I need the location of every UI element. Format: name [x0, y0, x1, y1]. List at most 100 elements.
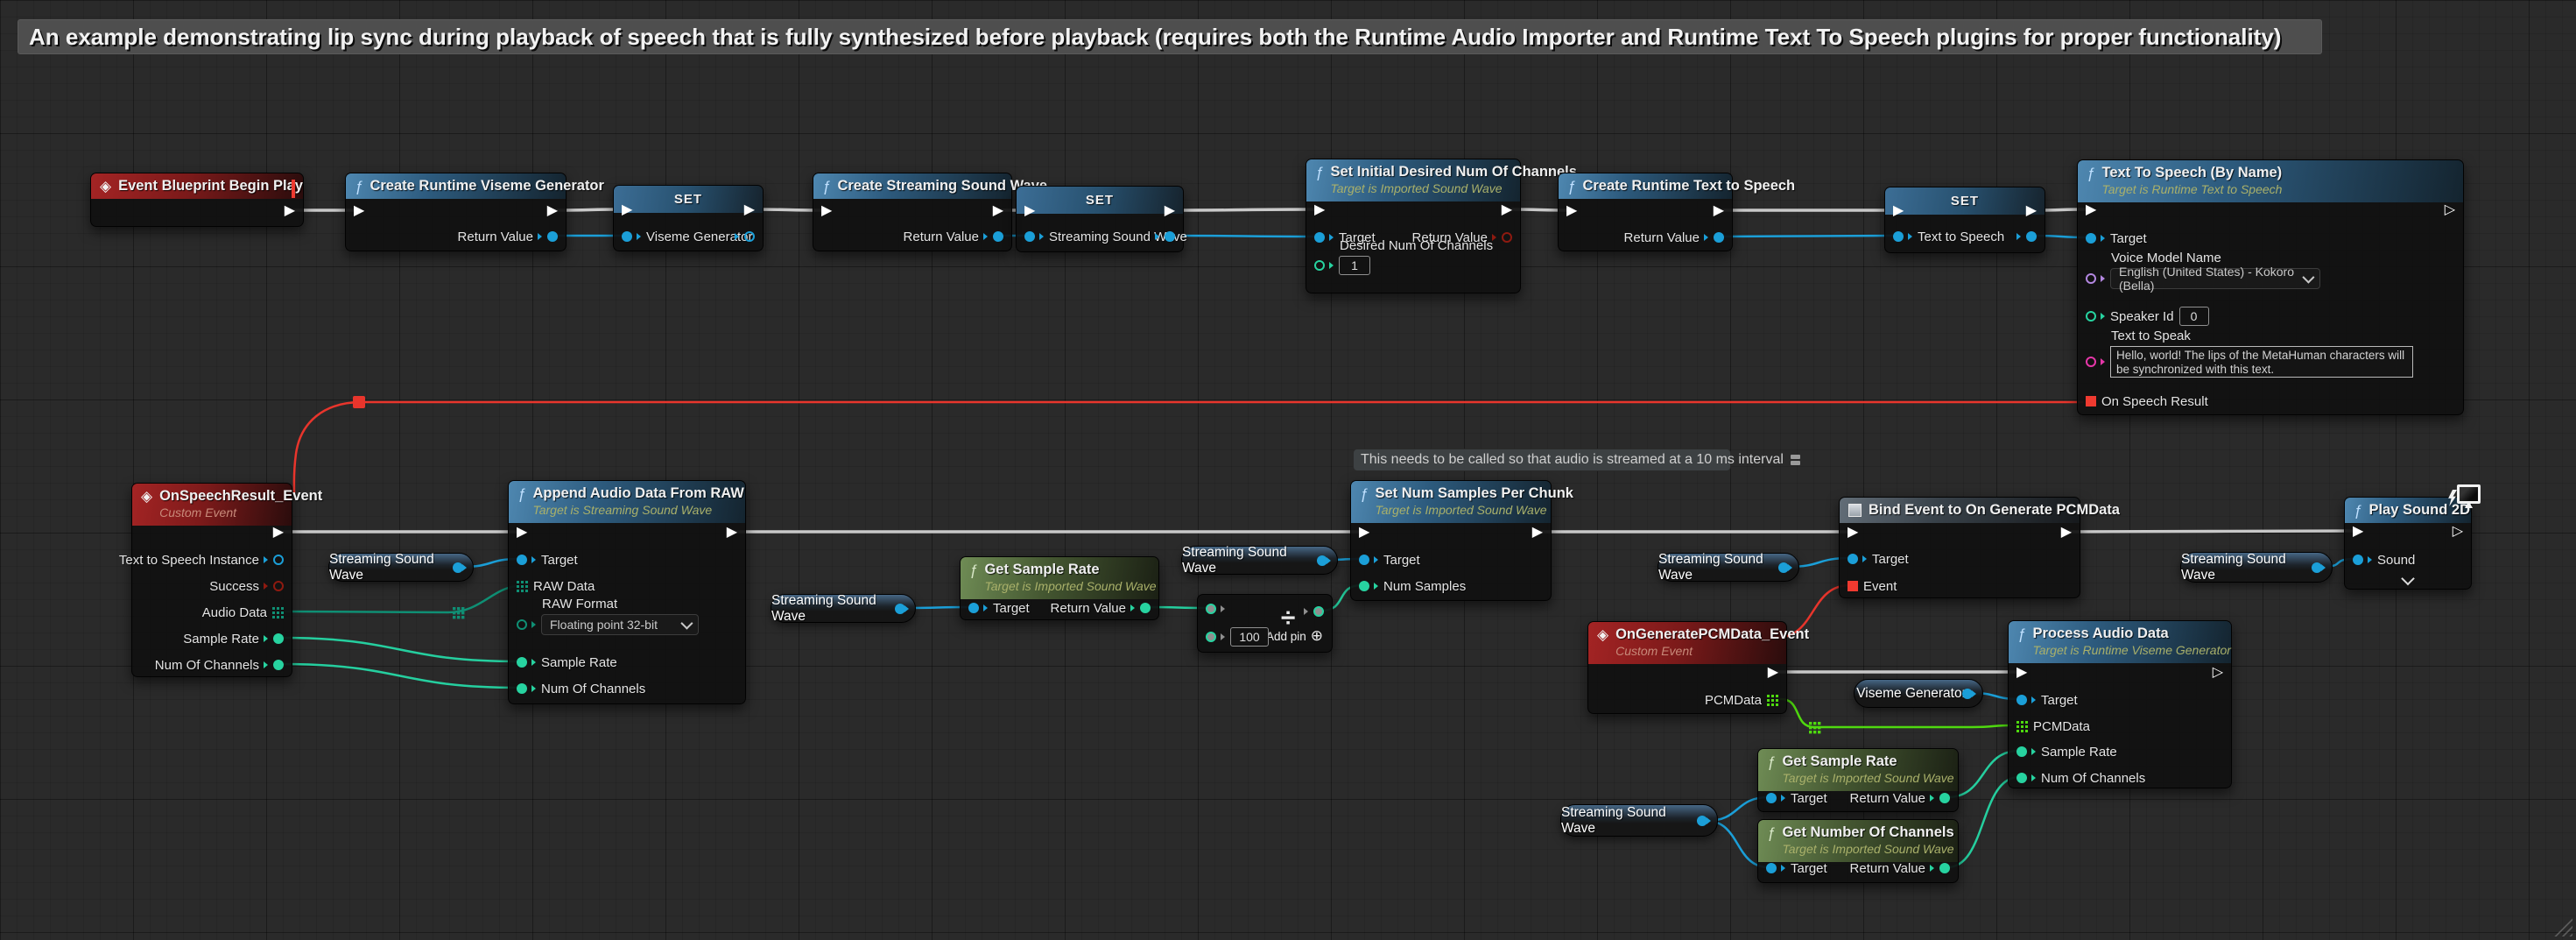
- rv-pin[interactable]: [993, 231, 1003, 242]
- node-header[interactable]: ƒCreate Runtime Viseme Generator: [346, 173, 566, 199]
- var_in-pin[interactable]: [622, 231, 632, 242]
- reroute-node[interactable]: [453, 616, 455, 618]
- exec_out-pin[interactable]: ▷: [2453, 525, 2463, 539]
- header-delegate-pin[interactable]: [292, 181, 295, 197]
- target-pin[interactable]: [1766, 793, 1777, 803]
- node-create_tts[interactable]: ƒCreate Runtime Text to Speech▶▶Return V…: [1558, 173, 1733, 251]
- node-header[interactable]: ƒSet Num Samples Per ChunkTarget is Impo…: [1351, 481, 1551, 523]
- node-gsr_bot[interactable]: ƒGet Sample RateTarget is Imported Sound…: [1757, 748, 1959, 812]
- exec_out-pin[interactable]: ▶: [1532, 526, 1543, 540]
- reroute-node[interactable]: [1813, 726, 1816, 729]
- tsi-pin[interactable]: [273, 555, 284, 565]
- node-header[interactable]: ◈Event Blueprint Begin Play: [91, 173, 303, 199]
- exec_in-pin[interactable]: ▶: [1566, 204, 1577, 218]
- reroute-node[interactable]: [1813, 731, 1816, 733]
- rv-pin[interactable]: [1502, 232, 1512, 243]
- exec_out-pin[interactable]: ▶: [273, 526, 284, 540]
- reroute-node[interactable]: [1813, 722, 1816, 724]
- node-process[interactable]: ƒProcess Audio DataTarget is Runtime Vis…: [2008, 620, 2232, 788]
- node-header[interactable]: ƒAppend Audio Data From RAWTarget is Str…: [509, 481, 745, 523]
- node-set_tts[interactable]: SET▶▶Text to Speech: [1884, 187, 2045, 253]
- reroute-node[interactable]: [453, 611, 455, 614]
- expand-chevron-icon[interactable]: [2401, 572, 2415, 586]
- exec_out-pin[interactable]: ▶: [285, 204, 295, 218]
- exec_in-pin[interactable]: ▶: [517, 526, 527, 540]
- desired-pin[interactable]: [1314, 260, 1325, 271]
- target-pin[interactable]: [2086, 233, 2096, 244]
- node-header[interactable]: ƒCreate Runtime Text to Speech: [1559, 173, 1732, 199]
- reroute-node[interactable]: [1809, 722, 1812, 724]
- node-set_ssw[interactable]: SET▶▶Streaming Sound Wave: [1016, 186, 1184, 252]
- target-pin[interactable]: [968, 603, 979, 613]
- samplerate-pin[interactable]: [2016, 746, 2027, 757]
- node-pill1[interactable]: Streaming Sound Wave: [328, 553, 474, 582]
- a-pin[interactable]: [1206, 604, 1216, 614]
- node-set_vg[interactable]: SET▶▶Viseme Generator: [613, 185, 764, 251]
- node-tts[interactable]: ƒText To Speech (By Name)Target is Runti…: [2077, 159, 2464, 415]
- node-append[interactable]: ƒAppend Audio Data From RAWTarget is Str…: [508, 480, 746, 704]
- value-input-b[interactable]: 100: [1230, 627, 1269, 647]
- node-set_channels[interactable]: ƒSet Initial Desired Num Of ChannelsTarg…: [1306, 159, 1521, 293]
- node-comment-bubble[interactable]: This needs to be called so that audio is…: [1353, 449, 1731, 471]
- exec_in-pin[interactable]: ▶: [354, 204, 364, 218]
- node-header[interactable]: ƒGet Number Of ChannelsTarget is Importe…: [1758, 820, 1958, 862]
- value-input-speaker[interactable]: 0: [2179, 307, 2209, 326]
- exec_out-pin[interactable]: ▶: [993, 204, 1003, 218]
- node-play[interactable]: ƒPlay Sound 2D▶▷Sound: [2344, 497, 2472, 590]
- speaker-pin[interactable]: [2086, 311, 2096, 322]
- numchannels-pin[interactable]: [2016, 773, 2027, 783]
- exec_in-pin[interactable]: ▶: [2016, 666, 2027, 680]
- exec_in-pin[interactable]: ▶: [821, 204, 832, 218]
- node-header[interactable]: ƒGet Sample RateTarget is Imported Sound…: [1758, 749, 1958, 791]
- exec_out-pin[interactable]: ▶: [547, 204, 558, 218]
- exec_out-pin[interactable]: ▶: [1768, 666, 1778, 680]
- speak-pin[interactable]: [2086, 357, 2096, 367]
- sound-pin[interactable]: [2353, 555, 2363, 565]
- exec_in-pin[interactable]: ▶: [1024, 204, 1035, 218]
- node-viseme[interactable]: ƒCreate Runtime Viseme Generator▶▶Return…: [345, 173, 567, 251]
- exec_in-pin[interactable]: ▶: [1848, 526, 1858, 540]
- exec_out-pin[interactable]: ▶: [727, 526, 737, 540]
- reroute-node[interactable]: [461, 611, 464, 614]
- reroute-node[interactable]: [461, 607, 464, 610]
- node-header[interactable]: ◈OnSpeechResult_EventCustom Event: [132, 484, 292, 526]
- node-setnum[interactable]: ƒSet Num Samples Per ChunkTarget is Impo…: [1350, 480, 1552, 601]
- target-pin[interactable]: [1848, 554, 1858, 564]
- var_in-pin[interactable]: [1024, 231, 1035, 242]
- dropdown-voice[interactable]: English (United States) - Kokoro (Bella): [2110, 268, 2320, 289]
- exec_in-pin[interactable]: ▶: [2353, 525, 2363, 539]
- samplerate-pin[interactable]: [273, 633, 284, 644]
- add-pin-button[interactable]: Add pin⊕: [1266, 627, 1323, 645]
- onspeechresult-pin[interactable]: [2086, 396, 2096, 406]
- textarea-speak[interactable]: Hello, world! The lips of the MetaHuman …: [2110, 346, 2413, 378]
- var_in-pin[interactable]: [1893, 231, 1904, 242]
- rv-pin[interactable]: [547, 231, 558, 242]
- node-header[interactable]: ƒSet Initial Desired Num Of ChannelsTarg…: [1306, 159, 1520, 201]
- node-header[interactable]: Bind Event to On Generate PCMData: [1840, 498, 2080, 523]
- rawformat-pin[interactable]: [517, 619, 527, 630]
- exec_in-pin[interactable]: ▶: [1893, 204, 1904, 218]
- reroute-node[interactable]: [1818, 726, 1820, 729]
- node-header[interactable]: SET: [614, 186, 763, 213]
- target-pin[interactable]: [1766, 863, 1777, 873]
- reroute-node[interactable]: [457, 616, 460, 618]
- rv-pin[interactable]: [1939, 793, 1950, 803]
- exec_in-pin[interactable]: ▶: [2086, 203, 2096, 217]
- var_out-pin[interactable]: [1165, 231, 1175, 242]
- node-div[interactable]: ÷Add pin⊕100: [1197, 594, 1333, 653]
- node-onspeech[interactable]: ◈OnSpeechResult_EventCustom Event▶Text t…: [131, 483, 292, 677]
- target-pin[interactable]: [2016, 695, 2027, 705]
- node-pill2[interactable]: Streaming Sound Wave: [771, 594, 916, 623]
- node-gnc[interactable]: ƒGet Number Of ChannelsTarget is Importe…: [1757, 819, 1959, 883]
- exec_in-pin[interactable]: ▶: [1359, 526, 1369, 540]
- reroute-node[interactable]: [457, 611, 460, 614]
- dropdown-rawformat[interactable]: Floating point 32-bit: [541, 614, 699, 635]
- rawdata-pin[interactable]: [517, 581, 528, 592]
- blueprint-graph-canvas[interactable]: An example demonstrating lip sync during…: [0, 0, 2576, 940]
- reroute-node[interactable]: [1818, 731, 1820, 733]
- exec_out-pin[interactable]: ▶: [1714, 204, 1724, 218]
- var_out-pin[interactable]: [744, 231, 755, 242]
- reroute-node[interactable]: [453, 607, 455, 610]
- pcmdata-pin[interactable]: [1767, 695, 1778, 706]
- reroute-node[interactable]: [1818, 722, 1820, 724]
